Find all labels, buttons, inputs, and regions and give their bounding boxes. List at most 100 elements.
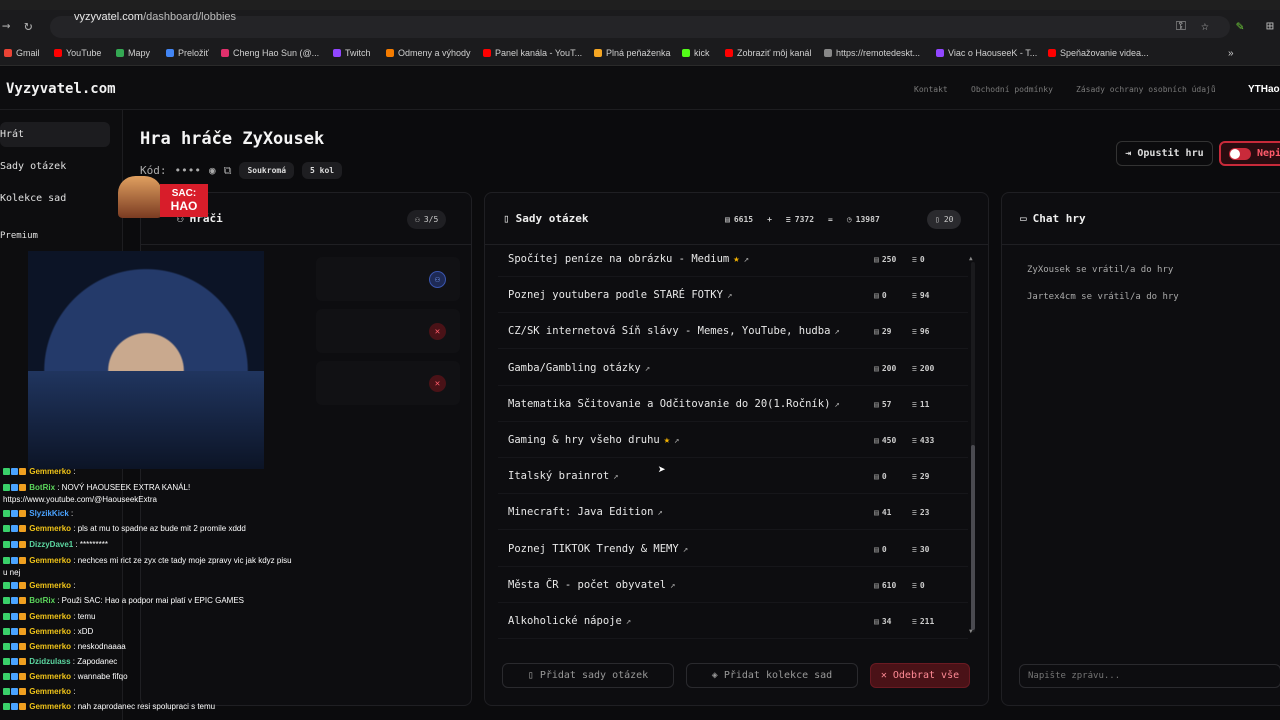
question-icon: ▤ [725,215,730,224]
kick-player-icon[interactable]: ✕ [429,375,446,392]
set-name[interactable]: Spočítej peníze na obrázku - Medium ★ ↗ [508,253,749,265]
badge-icon [19,468,26,476]
external-link-icon[interactable]: ↗ [834,327,839,337]
kick-player-icon[interactable]: ✕ [429,323,446,340]
chat-panel-header: ▭ Chat hry [1002,193,1280,245]
eye-icon[interactable]: ◉ [209,164,216,177]
set-name[interactable]: Matematika Sčitovanie a Odčitovanie do 2… [508,398,840,410]
link-kontakt[interactable]: Kontakt [914,85,948,94]
webcam-feed [28,251,264,469]
link-zasady[interactable]: Zásady ochrany osobních údajů [1076,85,1216,94]
set-row[interactable]: CZ/SK internetová Síň slávy - Memes, You… [498,315,968,349]
chat-text: : ********* [73,540,108,549]
badge-icon [3,484,10,492]
bookmark-gmail[interactable]: Gmail [4,48,40,58]
sidebar-item-sady-otazek[interactable]: Sady otázek [0,161,66,172]
site-logo[interactable]: Vyzyvatel.com [6,81,116,97]
set-row[interactable]: Italský brainrot ↗ ▤ 0 ≡ 29 [498,460,968,494]
set-answer-count: ≡ 96 [912,327,930,336]
chat-user: DizzyDave1 [29,540,74,549]
add-collections-button[interactable]: ◈ Přidat kolekce sad [686,663,858,688]
set-row[interactable]: Matematika Sčitovanie a Odčitovanie do 2… [498,388,968,422]
external-link-icon[interactable]: ↗ [645,364,650,374]
badge-icon [3,468,10,476]
external-link-icon[interactable]: ↗ [626,617,631,627]
link-obchodni-podminky[interactable]: Obchodní podmínky [971,85,1053,94]
bookmark-viac-o-haouseek[interactable]: Viac o HaouseeK - T... [936,48,1037,58]
set-row[interactable]: Gaming & hry všeho druhu ★ ↗ ▤ 450 ≡ 433 [498,424,968,458]
add-sets-button[interactable]: ▯ Přidat sady otázek [502,663,674,688]
set-row[interactable]: Spočítej peníze na obrázku - Medium ★ ↗ ▤ 25… [498,243,968,277]
scroll-down-icon[interactable]: ▼ [969,628,973,635]
set-name[interactable]: Poznej TIKTOK Trendy & MEMY ↗ [508,543,688,555]
set-answer-count: ≡ 94 [912,291,930,300]
set-row[interactable]: Města ČR - počet obyvatel ↗ ▤ 610 ≡ 0 [498,569,968,603]
chat-user: Gemmerko [29,612,72,621]
bookmark-zobrazit-kanal[interactable]: Zobraziť môj kanál [725,48,811,58]
set-row[interactable]: Minecraft: Java Edition ↗ ▤ 41 ≡ 23 [498,496,968,530]
visibility-toggle-button[interactable]: Nepi [1219,141,1280,166]
badge-icon [11,541,18,549]
chat-input[interactable] [1019,664,1280,688]
sidebar-item-kolekce-sad[interactable]: Kolekce sad [0,193,66,204]
bookmark-twitch[interactable]: Twitch [333,48,371,58]
set-question-count: ▤ 57 [874,400,892,409]
sets-scrollbar-thumb[interactable] [971,445,975,630]
scroll-up-icon[interactable]: ▲ [969,255,973,262]
bookmark-prelozit[interactable]: Preložiť [166,48,209,58]
chat-text: : [71,467,76,476]
url-text[interactable]: vyzyvatel.com/dashboard/lobbies [74,11,236,23]
remove-all-button[interactable]: ✕ Odebrat vše [870,663,970,688]
external-link-icon[interactable]: ↗ [613,472,618,482]
set-name[interactable]: Gaming & hry všeho druhu ★ ↗ [508,434,679,446]
sidebar-item-premium[interactable]: Premium [0,231,38,241]
set-row[interactable]: Poznej youtubera podle STARÉ FOTKY ↗ ▤ 0 ≡ 94 [498,279,968,313]
key-icon[interactable]: ⚿ [1176,19,1186,34]
badge-icon [11,525,18,533]
bookmark-remotedesktop[interactable]: https://remotedeskt... [824,48,920,58]
bookmark-mapy[interactable]: Mapy [116,48,150,58]
reload-icon[interactable]: ↻ [24,18,32,34]
sidebar-item-hrat[interactable]: Hrát [0,122,110,147]
external-link-icon[interactable]: ↗ [670,581,675,591]
toggle-switch[interactable] [1229,147,1251,160]
badge-icon [3,541,10,549]
set-name[interactable]: Minecraft: Java Edition ↗ [508,506,663,518]
set-row[interactable]: Alkoholické nápoje ↗ ▤ 34 ≡ 211 [498,605,968,639]
set-name[interactable]: Alkoholické nápoje ↗ [508,615,631,627]
bookmarks-more-icon[interactable]: » [1228,48,1234,59]
bookmark-instagram[interactable]: Cheng Hao Sun (@... [221,48,319,58]
set-name[interactable]: Města ČR - počet obyvatel ↗ [508,579,675,591]
set-row[interactable]: Gamba/Gambling otázky ↗ ▤ 200 ≡ 200 [498,352,968,386]
forward-icon[interactable]: → [2,18,10,34]
user-name[interactable]: YTHaou [1248,84,1280,95]
external-link-icon[interactable]: ↗ [744,255,749,265]
user-icon[interactable]: ⚇ [429,271,446,288]
copy-icon[interactable]: ⧉ [224,164,232,178]
external-link-icon[interactable]: ↗ [657,508,662,518]
bookmark-kick[interactable]: kick [682,48,710,58]
external-link-icon[interactable]: ↗ [683,545,688,555]
set-name[interactable]: CZ/SK internetová Síň slávy - Memes, You… [508,325,840,337]
bookmark-spenazovanie[interactable]: Speňažovanie videa... [1048,48,1149,58]
bookmark-star-icon[interactable]: ☆ [1201,19,1209,34]
sets-title: ▯ Sady otázek [503,212,589,225]
bookmark-odmeny[interactable]: Odmeny a výhody [386,48,471,58]
extension-icon[interactable]: ✎ [1236,19,1244,34]
external-link-icon[interactable]: ↗ [674,436,679,446]
badge-icon [3,688,10,696]
sac-character-image [118,176,162,218]
stream-chat-line: Gemmerko : nechces mi rict ze zyx cte ta… [3,555,293,579]
set-name[interactable]: Gamba/Gambling otázky ↗ [508,362,650,374]
list-icon: ≡ [912,581,917,590]
bookmark-panel-kanala[interactable]: Panel kanála - YouT... [483,48,582,58]
external-link-icon[interactable]: ↗ [834,400,839,410]
set-name[interactable]: Poznej youtubera podle STARÉ FOTKY ↗ [508,289,732,301]
set-name[interactable]: Italský brainrot ↗ [508,470,619,482]
extensions-puzzle-icon[interactable]: ⊞ [1266,19,1274,34]
set-row[interactable]: Poznej TIKTOK Trendy & MEMY ↗ ▤ 0 ≡ 30 [498,533,968,567]
external-link-icon[interactable]: ↗ [727,291,732,301]
leave-game-button[interactable]: ⇥ Opustit hru [1116,141,1213,166]
bookmark-youtube[interactable]: YouTube [54,48,101,58]
bookmark-plna-penazenka[interactable]: Plná peňaženka [594,48,671,58]
